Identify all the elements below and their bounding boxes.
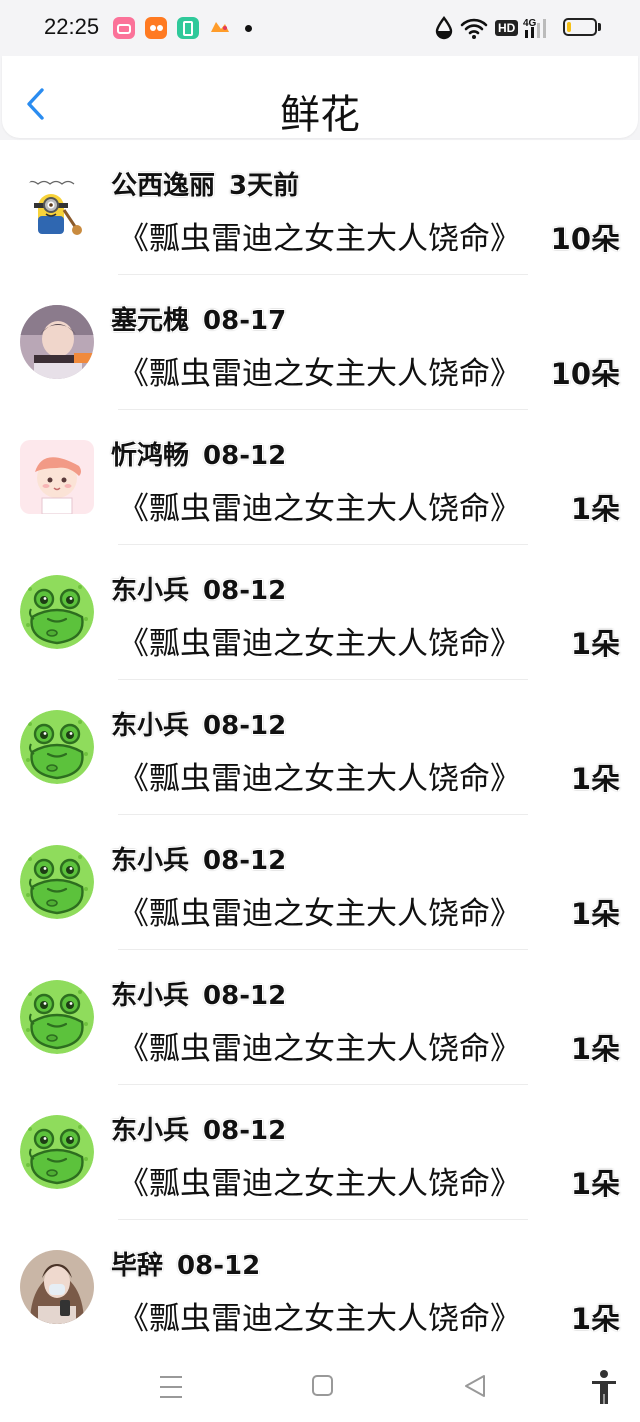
- flower-list-item[interactable]: 东小兵 08-12 《瓢虫雷迪之女主大人饶命》 1朵: [0, 815, 640, 950]
- sender-meta: 东小兵 08-12: [111, 705, 287, 741]
- flower-list-item[interactable]: 毕辞 08-12 《瓢虫雷迪之女主大人饶命》 1朵: [0, 1220, 640, 1355]
- menu-button[interactable]: [148, 1366, 192, 1410]
- avatar[interactable]: [20, 845, 94, 919]
- sender-meta: 忻鸿畅 08-12: [111, 435, 287, 471]
- flower-list-item[interactable]: 东小兵 08-12 《瓢虫雷迪之女主大人饶命》 1朵: [0, 680, 640, 815]
- sender-name: 东小兵: [111, 846, 190, 876]
- book-title: 《瓢虫雷迪之女主大人饶命》: [118, 491, 521, 527]
- send-date: 08-12: [203, 576, 287, 606]
- header-card: 鲜花: [2, 56, 638, 138]
- sender-meta: 东小兵 08-12: [111, 1110, 287, 1146]
- flower-list-item[interactable]: 东小兵 08-12 《瓢虫雷迪之女主大人饶命》 1朵: [0, 1085, 640, 1220]
- book-title: 《瓢虫雷迪之女主大人饶命》: [118, 1301, 521, 1337]
- system-back-button[interactable]: [454, 1366, 498, 1410]
- battery-app-icon: [177, 17, 199, 39]
- sender-name: 东小兵: [111, 1116, 190, 1146]
- flower-count: 10朵: [550, 222, 620, 256]
- send-date: 3天前: [229, 171, 300, 201]
- flower-list-item[interactable]: 东小兵 08-12 《瓢虫雷迪之女主大人饶命》 1朵: [0, 545, 640, 680]
- sender-meta: 东小兵 08-12: [111, 840, 287, 876]
- network-type-label: 4G: [523, 18, 537, 29]
- sender-meta: 塞元槐 08-17: [111, 300, 287, 336]
- avatar[interactable]: [20, 710, 94, 784]
- flower-count: 1朵: [570, 1032, 620, 1066]
- status-bar: 22:25 HD 4G: [0, 0, 640, 56]
- avatar[interactable]: [20, 170, 94, 244]
- sender-name: 毕辞: [111, 1251, 164, 1281]
- flower-list: 公西逸丽 3天前 《瓢虫雷迪之女主大人饶命》 10朵 塞元槐 08-17 《瓢虫雷迪…: [0, 140, 640, 1355]
- avatar[interactable]: [20, 980, 94, 1054]
- book-title: 《瓢虫雷迪之女主大人饶命》: [118, 896, 521, 932]
- send-date: 08-12: [203, 711, 287, 741]
- accessibility-icon: [592, 1370, 616, 1404]
- camera-app-icon: [145, 17, 167, 39]
- hd-badge: HD: [495, 20, 519, 36]
- sender-name: 东小兵: [111, 711, 190, 741]
- book-title: 《瓢虫雷迪之女主大人饶命》: [118, 356, 521, 392]
- data-saver-icon: [435, 16, 453, 40]
- sender-name: 公西逸丽: [111, 171, 216, 201]
- send-date: 08-12: [203, 846, 287, 876]
- page-title: 鲜花: [280, 92, 360, 138]
- flower-count: 1朵: [570, 897, 620, 931]
- sender-meta: 东小兵 08-12: [111, 975, 287, 1011]
- flower-count: 1朵: [570, 762, 620, 796]
- flower-count: 10朵: [550, 357, 620, 391]
- home-square-icon: [312, 1375, 333, 1396]
- send-date: 08-17: [203, 306, 287, 336]
- avatar[interactable]: [20, 305, 94, 379]
- book-title: 《瓢虫雷迪之女主大人饶命》: [118, 761, 521, 797]
- header: 鲜花: [0, 56, 640, 140]
- cellular-signal-icon: 4G: [523, 18, 546, 38]
- send-date: 08-12: [203, 981, 287, 1011]
- book-title: 《瓢虫雷迪之女主大人饶命》: [118, 1166, 521, 1202]
- send-date: 08-12: [177, 1251, 261, 1281]
- send-date: 08-12: [203, 1116, 287, 1146]
- avatar[interactable]: [20, 1250, 94, 1324]
- flower-list-item[interactable]: 塞元槐 08-17 《瓢虫雷迪之女主大人饶命》 10朵: [0, 275, 640, 410]
- sender-name: 东小兵: [111, 576, 190, 606]
- book-title: 《瓢虫雷迪之女主大人饶命》: [118, 221, 521, 257]
- flower-count: 1朵: [570, 1167, 620, 1201]
- avatar[interactable]: [20, 1115, 94, 1189]
- flower-count: 1朵: [570, 1302, 620, 1336]
- book-title: 《瓢虫雷迪之女主大人饶命》: [118, 626, 521, 662]
- avatar[interactable]: [20, 575, 94, 649]
- accessibility-button[interactable]: [582, 1366, 626, 1410]
- back-triangle-icon: [465, 1375, 485, 1397]
- sender-meta: 东小兵 08-12: [111, 570, 287, 606]
- send-date: 08-12: [203, 441, 287, 471]
- sender-meta: 公西逸丽 3天前: [111, 165, 300, 201]
- flower-list-item[interactable]: 忻鸿畅 08-12 《瓢虫雷迪之女主大人饶命》 1朵: [0, 410, 640, 545]
- sender-name: 塞元槐: [111, 306, 190, 336]
- sender-name: 东小兵: [111, 981, 190, 1011]
- bilibili-icon: [113, 17, 135, 39]
- navigation-bar: [0, 1352, 640, 1422]
- flower-count: 1朵: [570, 492, 620, 526]
- battery-tip: [598, 23, 601, 31]
- home-button[interactable]: [300, 1366, 344, 1410]
- menu-icon: [160, 1376, 182, 1398]
- battery-level-fill: [567, 22, 571, 32]
- wifi-icon: [460, 18, 488, 39]
- status-time: 22:25: [44, 14, 100, 39]
- battery-icon: [563, 18, 597, 36]
- flower-list-item[interactable]: 公西逸丽 3天前 《瓢虫雷迪之女主大人饶命》 10朵: [0, 140, 640, 275]
- sender-name: 忻鸿畅: [111, 441, 190, 471]
- avatar[interactable]: [20, 440, 94, 514]
- book-title: 《瓢虫雷迪之女主大人饶命》: [118, 1031, 521, 1067]
- flower-list-item[interactable]: 东小兵 08-12 《瓢虫雷迪之女主大人饶命》 1朵: [0, 950, 640, 1085]
- game-app-icon: [209, 17, 231, 39]
- sender-meta: 毕辞 08-12: [111, 1245, 261, 1281]
- flower-count: 1朵: [570, 627, 620, 661]
- notification-dot: [245, 25, 252, 32]
